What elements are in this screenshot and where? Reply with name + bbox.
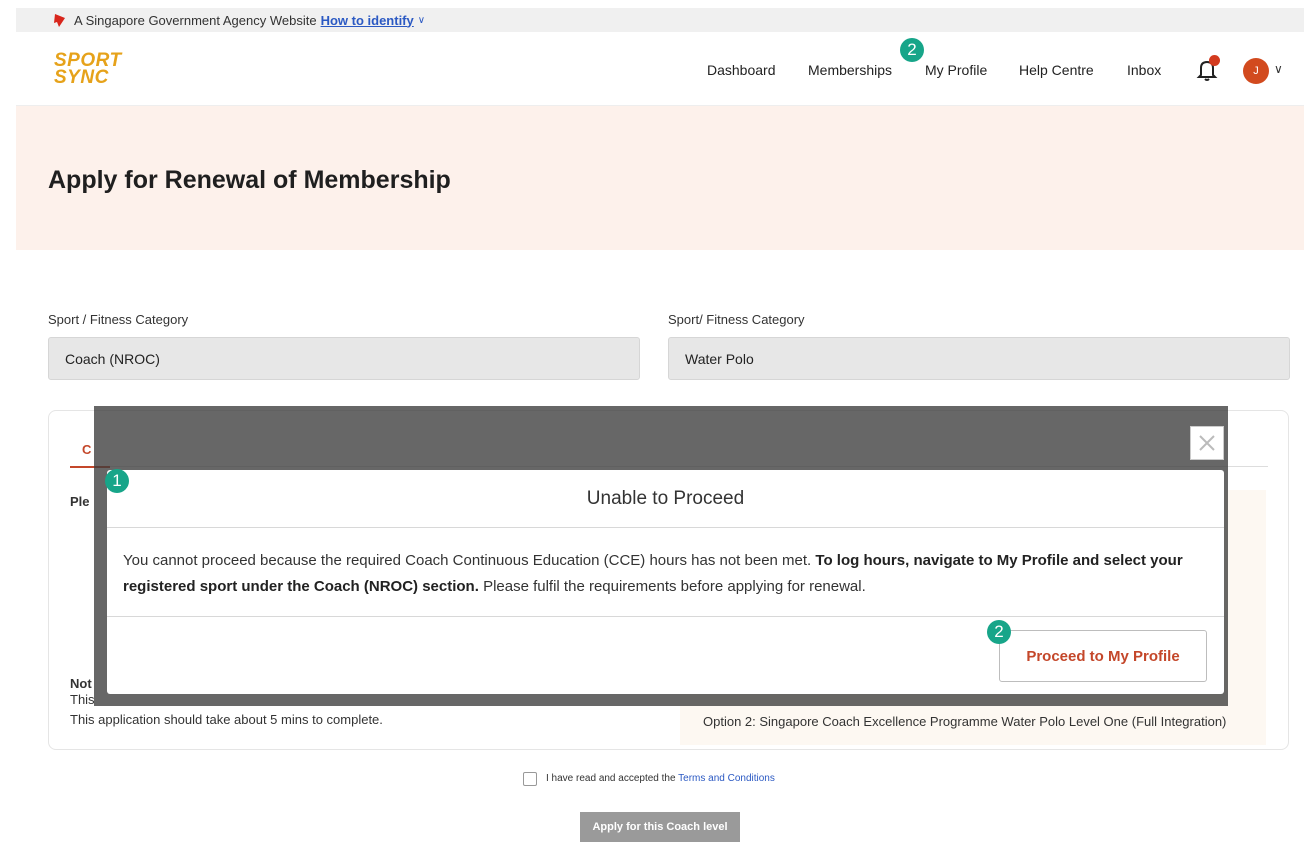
apply-coach-level-button[interactable]: Apply for this Coach level xyxy=(580,812,740,842)
sportsync-logo[interactable]: SPORT SYNC xyxy=(54,51,122,87)
nav-dashboard[interactable]: Dashboard xyxy=(707,62,776,78)
card-tab[interactable]: C xyxy=(82,442,91,457)
card-note-heading: Not xyxy=(70,676,92,691)
nav-inbox[interactable]: Inbox xyxy=(1127,62,1161,78)
avatar[interactable]: J xyxy=(1243,58,1269,84)
field2-label: Sport/ Fitness Category xyxy=(668,312,805,327)
card-please-text: Ple xyxy=(70,494,90,509)
nav-memberships[interactable]: Memberships xyxy=(808,62,892,78)
card-duration-text: This application should take about 5 min… xyxy=(70,712,383,727)
step-marker-1: 1 xyxy=(105,469,129,493)
sport-field: Water Polo xyxy=(668,337,1290,380)
chevron-down-icon[interactable]: ∨ xyxy=(418,15,425,26)
nav-help-centre[interactable]: Help Centre xyxy=(1019,62,1094,78)
page-title: Apply for Renewal of Membership xyxy=(48,166,451,194)
step-marker-2-button: 2 xyxy=(987,620,1011,644)
modal-body: You cannot proceed because the required … xyxy=(123,552,1183,595)
modal-divider xyxy=(107,616,1224,617)
step-marker-2-nav: 2 xyxy=(900,38,924,62)
terms-label: I have read and accepted the Terms and C… xyxy=(546,773,775,784)
terms-link[interactable]: Terms and Conditions xyxy=(678,773,775,784)
close-button[interactable] xyxy=(1190,426,1224,460)
card-this-text: This xyxy=(70,692,95,707)
sport-category-field: Coach (NROC) xyxy=(48,337,640,380)
nav-my-profile[interactable]: My Profile xyxy=(925,62,987,78)
singapore-lion-icon xyxy=(54,14,65,27)
gov-banner-text: A Singapore Government Agency Website xyxy=(74,12,317,28)
notification-badge xyxy=(1209,55,1220,66)
card-option2-text: Option 2: Singapore Coach Excellence Pro… xyxy=(703,714,1227,729)
avatar-chevron-down-icon[interactable]: ∨ xyxy=(1274,62,1283,76)
terms-checkbox[interactable] xyxy=(523,772,537,786)
close-icon xyxy=(1199,435,1215,451)
field1-label: Sport / Fitness Category xyxy=(48,312,189,327)
proceed-to-my-profile-button[interactable]: Proceed to My Profile xyxy=(999,630,1207,682)
page-hero: Apply for Renewal of Membership xyxy=(16,106,1304,250)
unable-to-proceed-modal: Unable to Proceed You cannot proceed bec… xyxy=(107,470,1224,694)
gov-banner: A Singapore Government Agency Website Ho… xyxy=(16,8,1304,32)
site-header: SPORT SYNC xyxy=(16,32,1304,106)
modal-title: Unable to Proceed xyxy=(107,470,1224,528)
how-to-identify-link[interactable]: How to identify xyxy=(321,13,414,28)
